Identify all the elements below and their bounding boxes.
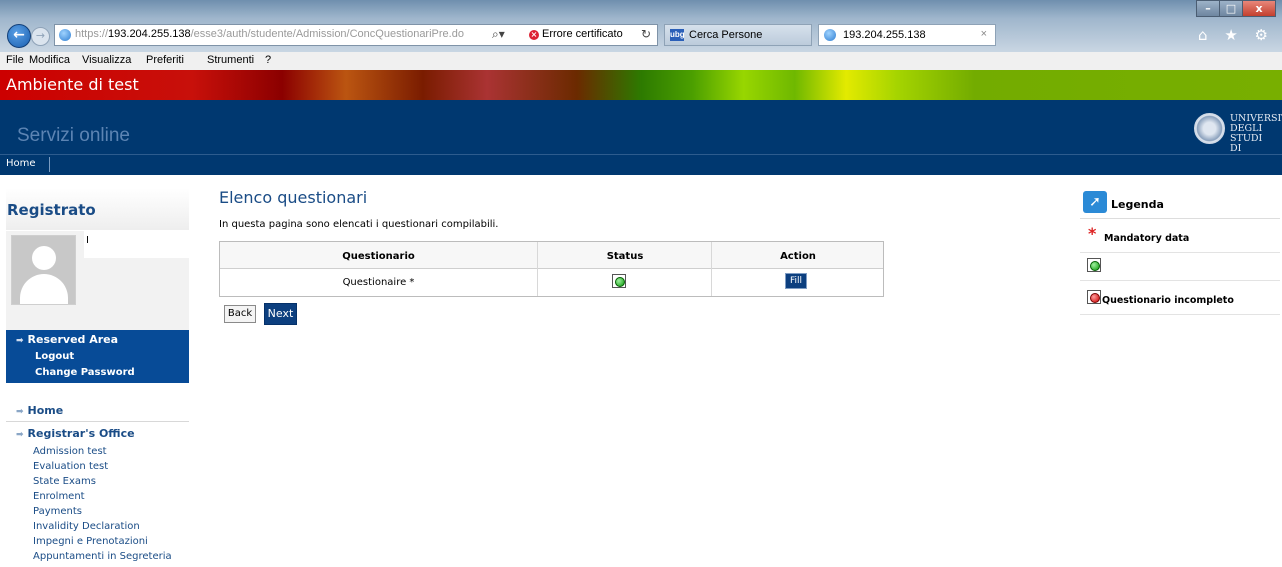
cell-questionario: Questionaire * (342, 277, 415, 288)
sidebar-item-appuntamenti-segreteria[interactable]: Appuntamenti in Segreteria (33, 549, 193, 564)
header-status: Status (606, 251, 644, 262)
sidebar-item-impegni-prenotazioni[interactable]: Impegni e Prenotazioni (33, 534, 193, 549)
menu-visualizza[interactable]: Visualizza (82, 54, 131, 66)
avatar (11, 235, 76, 305)
user-name: I (86, 235, 89, 246)
page-title: Elenco questionari (219, 188, 368, 207)
close-tab-icon[interactable]: × (981, 28, 987, 40)
back-button[interactable]: Back (224, 305, 256, 323)
legend-header (1080, 190, 1280, 219)
services-title: Servizi online (17, 125, 130, 146)
legend-title: Legenda (1111, 198, 1164, 211)
forward-nav-button[interactable]: → (31, 27, 50, 46)
tab-cerca-persone[interactable]: ubg Cerca Persone (664, 24, 812, 46)
change-password-link[interactable]: Change Password (35, 367, 135, 378)
url-text: https://193.204.255.138/esse3/auth/stude… (75, 28, 464, 40)
asterisk-icon: * (1088, 224, 1097, 243)
arrow-right-icon: ➡ (16, 407, 24, 417)
certificate-error-label[interactable]: Errore certificato (542, 28, 623, 40)
sidebar-item-admission-test[interactable]: Admission test (33, 444, 193, 459)
sidebar-title: Registrato (7, 201, 96, 219)
status-green-icon (1087, 258, 1101, 272)
sidebar-item-state-exams[interactable]: State Exams (33, 474, 193, 489)
tab-active[interactable]: 193.204.255.138 × (818, 24, 996, 46)
test-environment-banner: Ambiente di test (0, 70, 1282, 100)
university-seal-icon (1194, 113, 1225, 144)
menu-bar: File Modifica Visualizza Preferiti Strum… (0, 52, 1282, 71)
menu-help[interactable]: ? (265, 54, 271, 66)
menu-modifica[interactable]: Modifica (29, 54, 70, 66)
page-intro: In questa pagina sono elencati i questio… (219, 219, 499, 230)
status-green-icon (612, 274, 626, 288)
breadcrumb: Home (0, 154, 1282, 175)
close-window-button[interactable]: x (1242, 0, 1276, 17)
header-action: Action (780, 251, 816, 262)
site-header (0, 100, 1282, 154)
site-icon (59, 29, 71, 41)
breadcrumb-home[interactable]: Home (6, 158, 36, 169)
header-questionario: Questionario (342, 251, 415, 262)
menu-strumenti[interactable]: Strumenti (207, 54, 254, 66)
registrar-office-title[interactable]: ➡ Registrar's Office (16, 427, 135, 440)
sidebar-item-payments[interactable]: Payments (33, 504, 193, 519)
test-banner-text: Ambiente di test (6, 75, 139, 94)
breadcrumb-separator (49, 157, 50, 172)
ubg-icon: ubg (670, 29, 685, 41)
sidebar-item-home[interactable]: ➡ Home (6, 401, 189, 422)
sidebar-item-evaluation-test[interactable]: Evaluation test (33, 459, 193, 474)
menu-file[interactable]: File (6, 54, 24, 66)
legend-row (1080, 252, 1280, 281)
search-icon[interactable]: ⌕▾ (492, 27, 505, 42)
reserved-area-menu: ➡ Reserved Area Logout Change Password (6, 330, 189, 383)
menu-preferiti[interactable]: Preferiti (146, 54, 184, 66)
minimize-button[interactable]: – (1196, 0, 1220, 17)
legend-mandatory: Mandatory data (1104, 233, 1190, 244)
tab-label: 193.204.255.138 (843, 29, 926, 41)
address-bar[interactable]: https://193.204.255.138/esse3/auth/stude… (54, 24, 658, 46)
sidebar-item-enrolment[interactable]: Enrolment (33, 489, 193, 504)
back-nav-button[interactable]: ← (7, 24, 31, 48)
fill-button[interactable]: Fill (785, 273, 807, 289)
tab-label: Cerca Persone (689, 29, 763, 41)
certificate-error-icon: × (529, 30, 539, 40)
logout-link[interactable]: Logout (35, 351, 74, 362)
status-red-icon (1087, 290, 1101, 304)
next-button[interactable]: Next (264, 303, 297, 325)
legend-incomplete: Questionario incompleto (1102, 295, 1234, 306)
reload-icon[interactable]: ↻ (641, 27, 651, 41)
ie-icon (824, 29, 836, 41)
reserved-area-title[interactable]: ➡ Reserved Area (16, 333, 118, 346)
browser-tools-icons[interactable]: ⌂ ★ ⚙ (1198, 26, 1274, 44)
maximize-button[interactable]: □ (1219, 0, 1243, 17)
sidebar-item-invalidity-declaration[interactable]: Invalidity Declaration (33, 519, 193, 534)
arrow-right-icon: ➡ (16, 336, 24, 346)
user-name-box: I (84, 231, 189, 258)
browser-chrome: ← → https://193.204.255.138/esse3/auth/s… (0, 0, 1282, 52)
arrow-right-icon: ➡ (16, 430, 24, 440)
window-controls: – □ x (1196, 0, 1276, 18)
pin-icon: ➚ (1083, 191, 1107, 213)
